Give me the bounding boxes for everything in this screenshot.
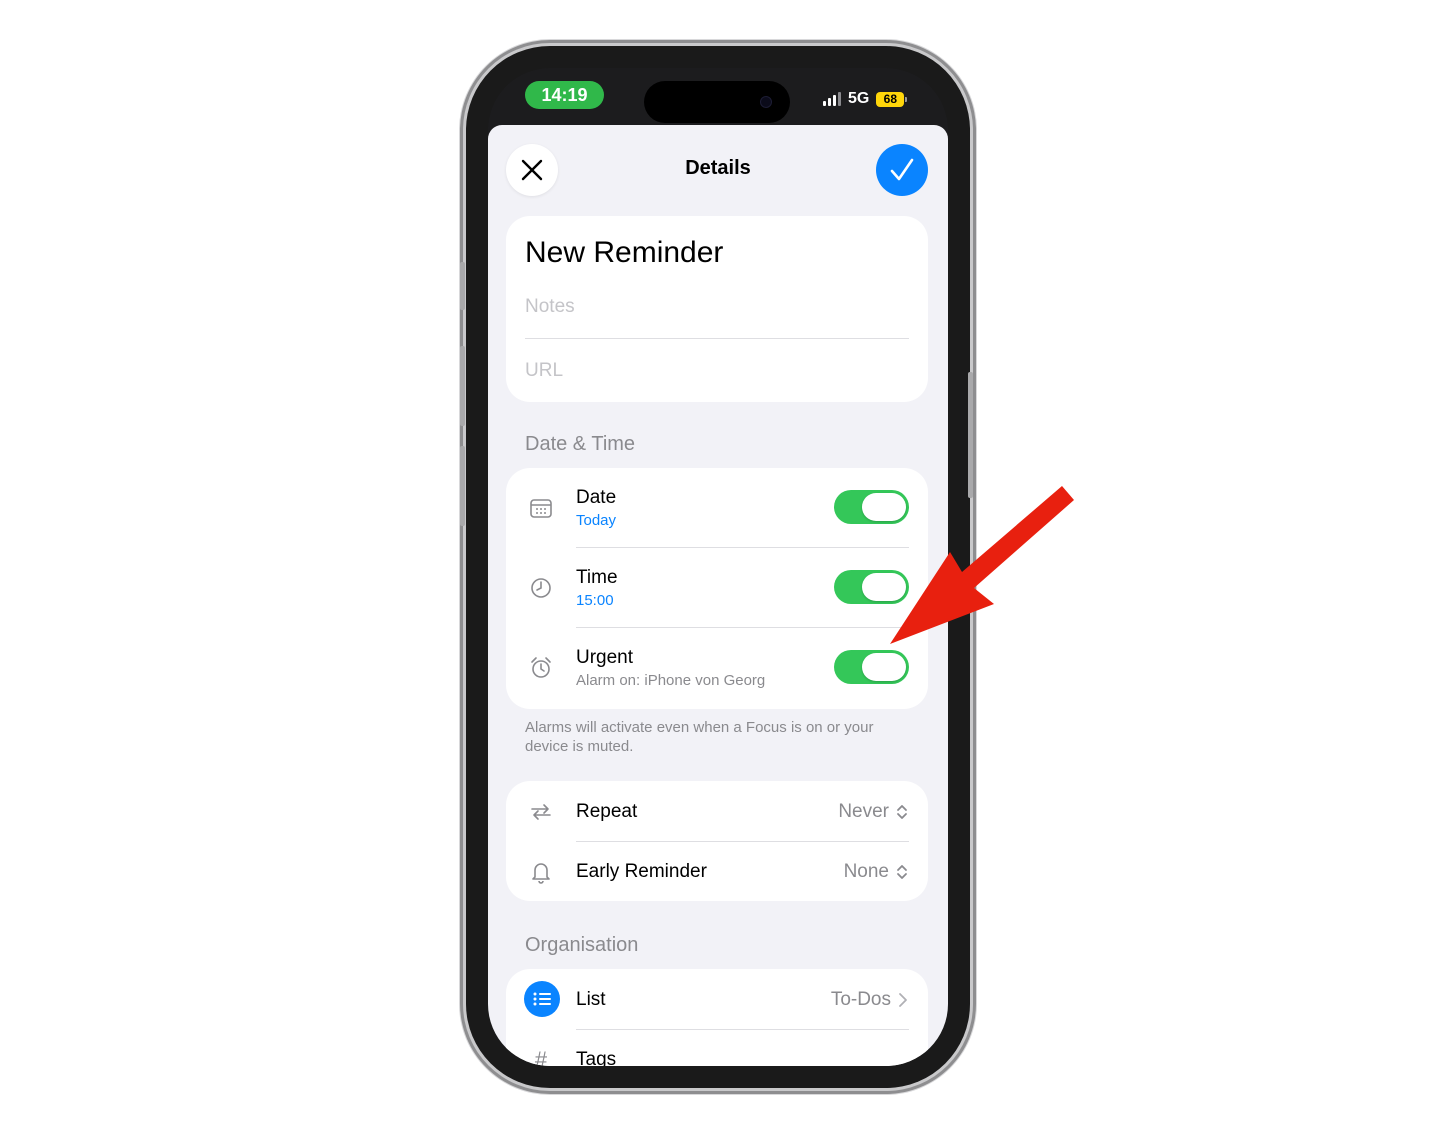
phone-screen: 14:19 5G 68 Details New Reminder Notes U… bbox=[488, 68, 948, 1066]
list-label: List bbox=[576, 989, 606, 1010]
camera-icon bbox=[760, 96, 772, 108]
repeat-card: Repeat Never Early Reminder None bbox=[506, 781, 928, 901]
notes-field[interactable]: Notes bbox=[525, 296, 575, 318]
reminder-title-card: New Reminder Notes URL bbox=[506, 216, 928, 402]
chevron-up-down-icon bbox=[897, 805, 907, 819]
repeat-label: Repeat bbox=[576, 801, 638, 822]
reminder-title-input[interactable]: New Reminder bbox=[525, 236, 723, 270]
signal-icon bbox=[823, 92, 841, 106]
volume-up-button bbox=[460, 346, 465, 426]
toggle-knob bbox=[862, 653, 906, 681]
time-value[interactable]: 15:00 bbox=[576, 592, 614, 609]
section-header-date-time: Date & Time bbox=[525, 433, 636, 455]
divider bbox=[576, 1029, 909, 1030]
list-value: To-Dos bbox=[830, 989, 891, 1010]
early-reminder-picker[interactable]: None bbox=[844, 861, 908, 883]
date-label: Date bbox=[576, 487, 617, 508]
done-button[interactable] bbox=[876, 144, 928, 196]
clock-icon bbox=[526, 573, 556, 603]
early-reminder-label: Early Reminder bbox=[576, 861, 707, 882]
status-time: 14:19 bbox=[525, 81, 604, 109]
hashtag-icon: # bbox=[534, 1047, 548, 1066]
list-bullet-icon bbox=[524, 981, 560, 1017]
organisation-card: List To-Dos # Tags bbox=[506, 969, 928, 1066]
action-button bbox=[460, 262, 465, 310]
divider bbox=[576, 627, 909, 628]
chevron-right-icon bbox=[899, 993, 907, 1007]
chevron-up-down-icon bbox=[897, 865, 907, 879]
urgent-label: Urgent bbox=[576, 647, 634, 668]
time-label: Time bbox=[576, 567, 618, 588]
network-type: 5G bbox=[848, 90, 870, 107]
list-selector[interactable]: To-Dos bbox=[831, 989, 908, 1011]
alarm-clock-icon bbox=[526, 653, 556, 683]
repeat-picker[interactable]: Never bbox=[838, 801, 908, 823]
calendar-icon bbox=[526, 493, 556, 523]
date-value[interactable]: Today bbox=[576, 512, 616, 529]
tags-label[interactable]: Tags bbox=[576, 1049, 616, 1066]
volume-down-button bbox=[460, 446, 465, 526]
checkmark-icon bbox=[890, 158, 914, 181]
date-time-card: Date Today Time 15:00 Urgent Alarm on: i… bbox=[506, 468, 928, 709]
alarm-footnote: Alarms will activate even when a Focus i… bbox=[525, 719, 874, 755]
status-indicators: 5G 68 bbox=[823, 89, 908, 109]
divider bbox=[525, 338, 909, 339]
early-reminder-value: None bbox=[843, 861, 889, 882]
details-sheet: Details New Reminder Notes URL Date & Ti… bbox=[488, 125, 948, 1066]
urgent-alarm-detail: Alarm on: iPhone von Georg bbox=[576, 672, 766, 689]
bell-icon bbox=[526, 857, 556, 887]
repeat-icon bbox=[526, 797, 556, 827]
divider bbox=[576, 547, 909, 548]
urgent-toggle[interactable] bbox=[834, 650, 909, 684]
divider bbox=[576, 841, 909, 842]
dynamic-island bbox=[644, 81, 790, 123]
section-header-organisation: Organisation bbox=[525, 934, 639, 956]
url-field[interactable]: URL bbox=[525, 360, 563, 382]
battery-icon: 68 bbox=[876, 91, 908, 107]
repeat-value: Never bbox=[838, 801, 889, 822]
annotation-arrow bbox=[890, 486, 1074, 644]
